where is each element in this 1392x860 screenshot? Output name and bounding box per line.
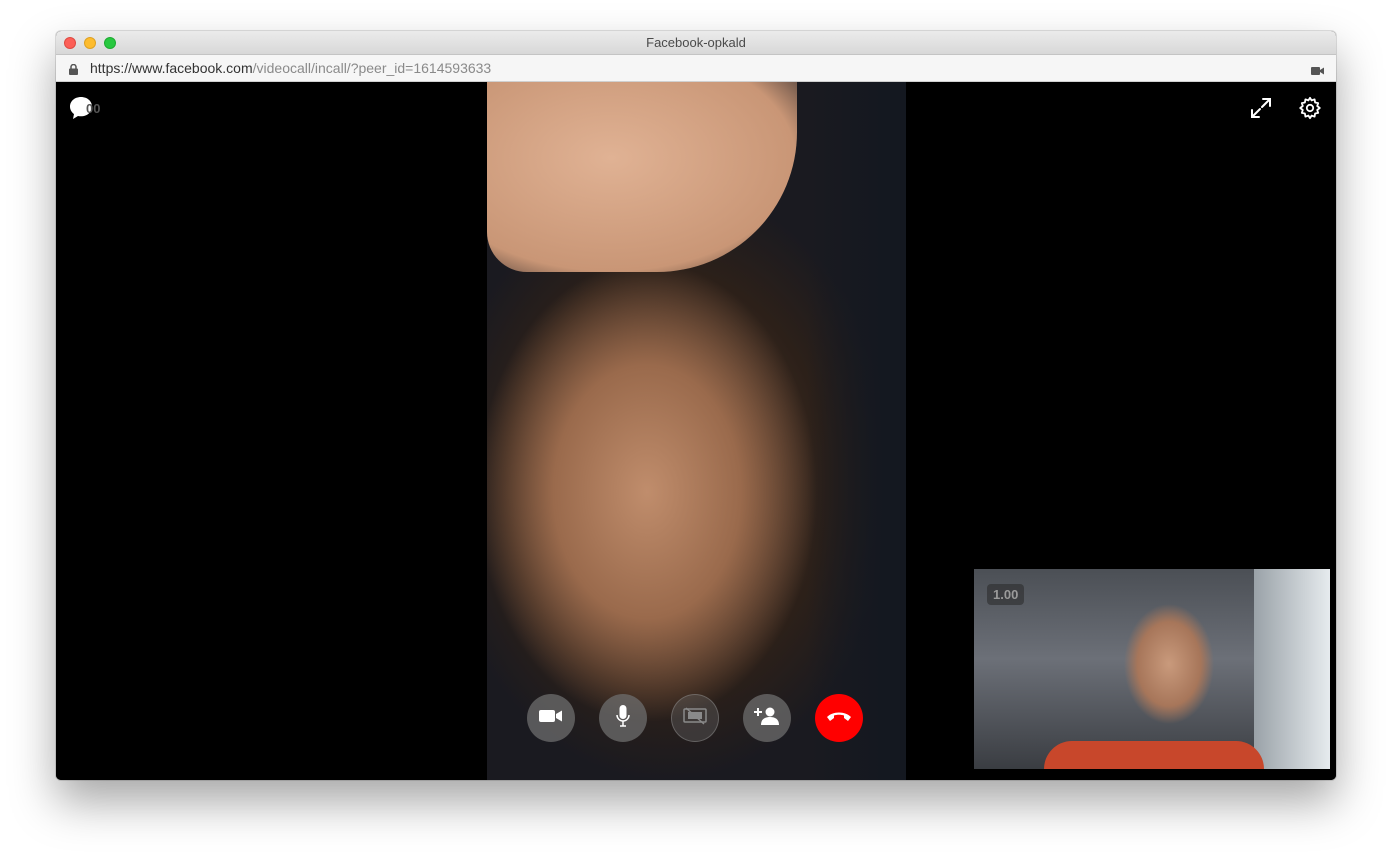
title-bar: Facebook-opkald <box>56 31 1336 55</box>
screen-share-button[interactable] <box>671 694 719 742</box>
url-host: https://www.facebook.com <box>90 60 253 76</box>
remote-video-hand <box>487 82 797 272</box>
fullscreen-icon[interactable] <box>1249 96 1273 120</box>
chat-overlay-stat: 00 <box>86 101 101 116</box>
remote-video-background <box>807 82 906 780</box>
self-view-stat: 1.00 <box>987 584 1025 605</box>
toggle-video-button[interactable] <box>527 694 575 742</box>
phone-hangup-icon <box>826 709 852 727</box>
microphone-icon <box>616 704 630 732</box>
camera-in-use-icon[interactable] <box>1311 63 1324 81</box>
self-view-person <box>1044 741 1264 769</box>
self-view-video[interactable]: 1.00 <box>974 569 1330 769</box>
url-text[interactable]: https://www.facebook.com/videocall/incal… <box>90 60 491 76</box>
gear-icon[interactable] <box>1298 96 1322 120</box>
url-path: /videocall/incall/?peer_id=1614593633 <box>252 60 492 76</box>
address-bar[interactable]: https://www.facebook.com/videocall/incal… <box>56 55 1336 82</box>
remote-video <box>487 82 906 780</box>
window-title: Facebook-opkald <box>646 35 746 50</box>
screen-share-icon <box>683 706 707 730</box>
browser-window: Facebook-opkald https://www.facebook.com… <box>56 31 1336 780</box>
video-camera-icon <box>539 708 563 729</box>
call-stage: 00 1.00 <box>56 82 1336 780</box>
add-person-icon <box>754 706 780 731</box>
self-view-background <box>1254 569 1330 769</box>
add-person-button[interactable] <box>743 694 791 742</box>
lock-icon <box>69 62 78 80</box>
end-call-button[interactable] <box>815 694 863 742</box>
toggle-mic-button[interactable] <box>599 694 647 742</box>
